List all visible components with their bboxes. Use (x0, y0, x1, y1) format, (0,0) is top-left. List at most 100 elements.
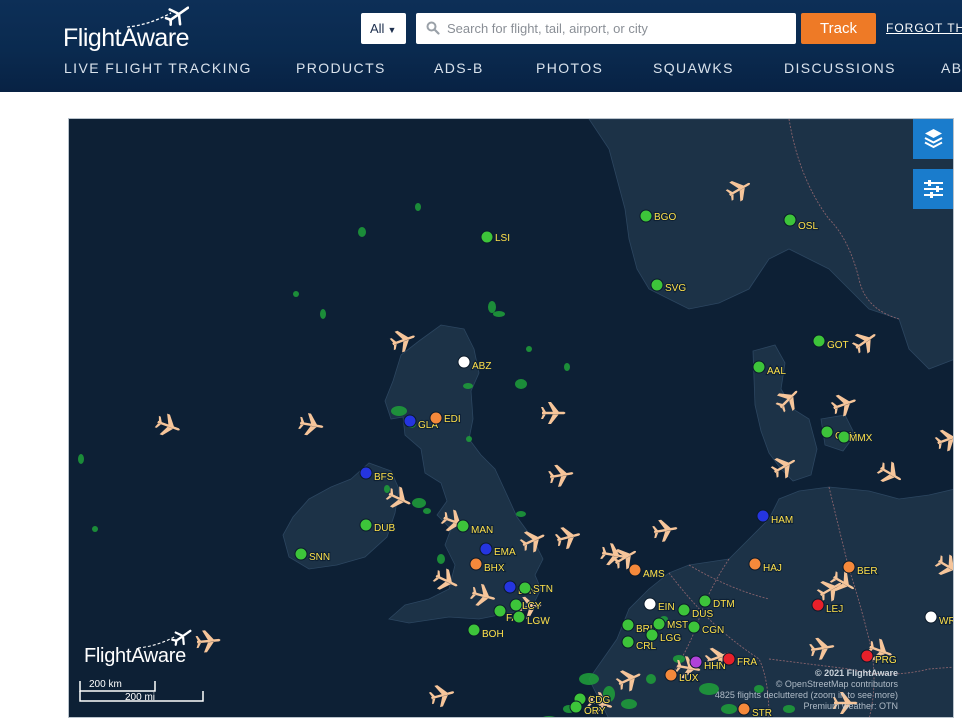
airport-dot (820, 425, 834, 439)
airport-dot (509, 598, 523, 612)
nav-ads-b[interactable]: ADS-B (434, 60, 484, 76)
airport-code-label: SVG (665, 283, 686, 294)
airport-code-label: LUX (679, 673, 699, 684)
airport-marker-lsi[interactable]: LSI (480, 230, 511, 245)
dropdown-caret-icon: ▼ (387, 25, 397, 35)
airport-code-label: MST (667, 620, 688, 631)
nav-photos[interactable]: PHOTOS (536, 60, 603, 76)
airport-dot (294, 547, 308, 561)
airport-code-label: BFS (374, 472, 394, 483)
airport-code-label: AAL (767, 366, 786, 377)
airport-code-label: HAM (771, 515, 793, 526)
airport-code-label: WR (939, 616, 954, 627)
airport-code-label: PRG (875, 655, 897, 666)
airport-dot (783, 213, 797, 227)
airport-dot (924, 610, 938, 624)
airport-marker-bgo[interactable]: BGO (639, 209, 678, 224)
airport-code-label: LGG (660, 633, 681, 644)
airport-code-label: LSI (495, 233, 510, 244)
airport-code-label: STN (533, 584, 553, 595)
airport-dot (842, 560, 856, 574)
map-layers-button[interactable] (913, 119, 953, 159)
map-filter-button[interactable] (913, 169, 953, 209)
airport-marker-lcy[interactable]: LCY (509, 598, 543, 613)
map-flightaware-logo: FlightAware (84, 627, 204, 669)
main-nav: LIVE FLIGHT TRACKING PRODUCTS ADS-B PHOT… (0, 60, 962, 84)
flightaware-logo[interactable]: FlightAware (63, 3, 193, 52)
layers-icon (924, 129, 943, 149)
nav-about[interactable]: AB (941, 60, 962, 76)
nav-live-flight-tracking[interactable]: LIVE FLIGHT TRACKING (64, 60, 252, 76)
forgot-password-link[interactable]: FORGOT TH (886, 21, 962, 35)
airport-dot (403, 414, 417, 428)
sliders-icon (924, 180, 943, 198)
airport-dot (639, 209, 653, 223)
top-header: FlightAware All▼ Track FORGOT TH LIVE FL… (0, 0, 962, 92)
live-flight-map[interactable]: LSIBGOOSLSVGGOTABZAALGLAEDICPHMMXBFSDUBM… (68, 118, 954, 718)
airport-code-label: CGN (702, 625, 724, 636)
search-type-value: All (370, 21, 385, 36)
airport-dot (512, 610, 526, 624)
scale-km-label: 200 km (89, 679, 122, 690)
airport-dot (469, 557, 483, 571)
airport-dot (518, 581, 532, 595)
airport-code-label: DUS (692, 609, 713, 620)
airport-dot (479, 542, 493, 556)
search-box[interactable] (416, 13, 796, 44)
nav-products[interactable]: PRODUCTS (296, 60, 386, 76)
airport-dot (621, 618, 635, 632)
airport-code-label: GOT (827, 340, 849, 351)
airport-dot (722, 652, 736, 666)
airport-code-label: MAN (471, 525, 493, 536)
credit-declutter: 4825 flights decluttered (zoom in to see… (714, 690, 898, 700)
map-scale: 200 km 200 mi (79, 679, 209, 705)
airport-code-label: FRA (737, 657, 757, 668)
search-icon (426, 21, 440, 35)
credit-weather: Premium weather: OTN (803, 701, 898, 711)
airport-dot (628, 563, 642, 577)
airport-marker-stn[interactable]: STN (518, 581, 554, 596)
airport-code-label: EMA (494, 547, 516, 558)
airport-dot (621, 635, 635, 649)
airport-dot (664, 668, 678, 682)
airport-code-label: LCY (522, 601, 542, 612)
airport-code-label: HAJ (763, 563, 782, 574)
airport-marker-mst[interactable]: MST (652, 617, 689, 632)
airport-code-label: OSL (798, 221, 818, 232)
nav-discussions[interactable]: DISCUSSIONS (784, 60, 896, 76)
airport-marker-mmx[interactable]: MMX (837, 430, 874, 445)
track-button[interactable]: Track (801, 13, 876, 44)
scale-mi-label: 200 mi (125, 692, 156, 703)
airport-dot (480, 230, 494, 244)
nav-squawks[interactable]: SQUAWKS (653, 60, 734, 76)
search-input[interactable] (447, 13, 787, 44)
credit-copyright: © 2021 FlightAware (815, 668, 898, 678)
airport-dot (467, 623, 481, 637)
search-type-select[interactable]: All ▼ (361, 13, 406, 44)
airport-dot (689, 655, 703, 669)
airport-code-label: CRL (636, 641, 656, 652)
airport-dot (698, 594, 712, 608)
airport-dot (811, 598, 825, 612)
airport-dot (748, 557, 762, 571)
airport-code-label: ORY (584, 706, 606, 717)
airport-dot (860, 649, 874, 663)
airport-code-label: SNN (309, 552, 330, 563)
airport-code-label: MMX (849, 433, 873, 444)
airport-code-label: DTM (713, 599, 735, 610)
logo-plane-icon (126, 6, 189, 28)
airport-dot (687, 620, 701, 634)
airport-code-label: LGW (527, 616, 550, 627)
airport-dot (650, 278, 664, 292)
airport-code-label: BOH (482, 629, 504, 640)
airport-marker-edi[interactable]: EDI (429, 411, 462, 426)
credit-osm[interactable]: © OpenStreetMap contributors (715, 679, 898, 690)
airport-code-label: AMS (643, 569, 665, 580)
airport-dot (677, 603, 691, 617)
airport-code-label: LEJ (826, 604, 843, 615)
airport-dot (812, 334, 826, 348)
airport-dot (643, 597, 657, 611)
airport-dot (503, 580, 517, 594)
airport-dot (429, 411, 443, 425)
map-credits: © 2021 FlightAware © OpenStreetMap contr… (715, 668, 898, 712)
